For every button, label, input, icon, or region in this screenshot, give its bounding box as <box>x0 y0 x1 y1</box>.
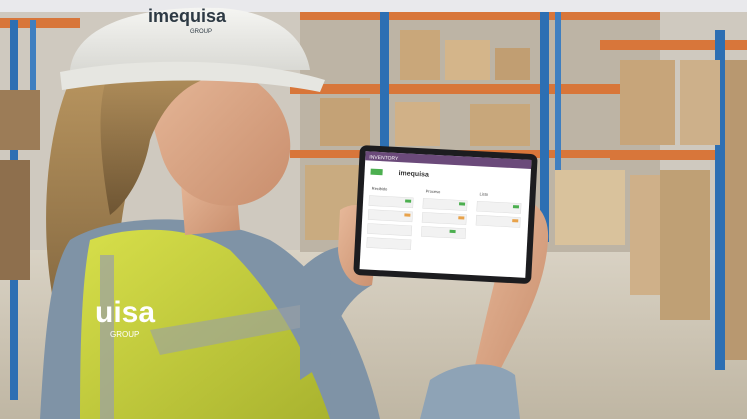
vest-sub: GROUP <box>110 330 139 339</box>
column-header-3: Listo <box>479 191 488 196</box>
helmet-brand: imequisa <box>148 6 227 26</box>
column-header-1: Recibido <box>372 186 389 192</box>
tablet-device: INVENTORY imequisa Recibido Proceso List… <box>353 145 538 284</box>
helmet-sub: GROUP <box>190 29 212 35</box>
new-button[interactable] <box>370 168 383 176</box>
warehouse-photo: imequisa GROUP uisa GROUP INVENTORY imeq… <box>0 0 747 419</box>
vest-brand: uisa <box>95 296 155 329</box>
column-header-2: Proceso <box>426 189 442 195</box>
